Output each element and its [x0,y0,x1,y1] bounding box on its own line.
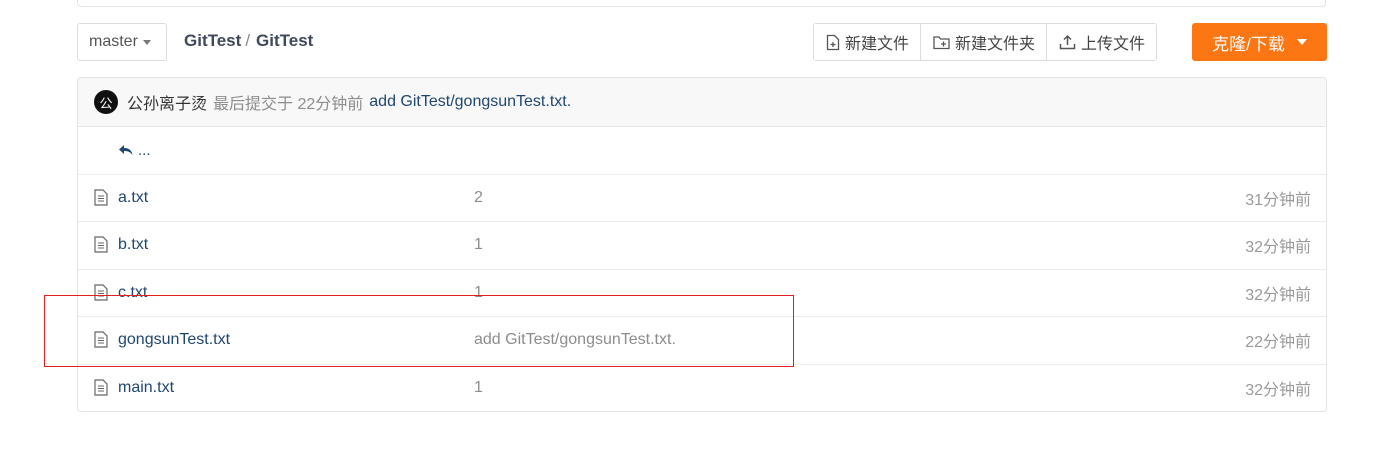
top-panel-edge [77,0,1326,7]
file-commit-message[interactable]: 1 [474,284,483,302]
file-commit-message[interactable]: 1 [474,236,483,254]
file-row[interactable]: a.txt 2 31分钟前 [78,175,1326,222]
chevron-down-icon [1296,39,1307,45]
new-folder-icon [933,35,950,49]
file-commit-message[interactable]: add GitTest/gongsunTest.txt. [474,331,676,349]
upload-icon [1059,34,1076,50]
clone-label: 克隆/下载 [1212,34,1285,54]
commit-time: 最后提交于 22分钟前 [213,96,364,113]
file-name-link[interactable]: b.txt [118,236,148,254]
file-commit-time: 32分钟前 [1245,382,1311,400]
file-row[interactable]: main.txt 1 32分钟前 [78,365,1326,412]
new-file-button[interactable]: 新建文件 [814,24,921,60]
breadcrumb-separator: / [245,31,251,50]
upload-file-button[interactable]: 上传文件 [1046,24,1157,60]
file-row[interactable]: gongsunTest.txt add GitTest/gongsunTest.… [78,317,1326,365]
new-file-icon [826,34,840,50]
latest-commit-bar: 公 公孙离子烫 最后提交于 22分钟前 add GitTest/gongsunT… [78,78,1326,127]
file-commit-time: 32分钟前 [1245,239,1311,257]
file-list-panel: 公 公孙离子烫 最后提交于 22分钟前 add GitTest/gongsunT… [77,77,1327,412]
file-commit-time: 31分钟前 [1245,191,1311,209]
new-folder-label: 新建文件夹 [955,36,1036,53]
file-row[interactable]: c.txt 1 32分钟前 [78,270,1326,317]
file-name-link[interactable]: gongsunTest.txt [118,331,230,349]
breadcrumb: GitTest / GitTest [184,31,313,51]
branch-selector[interactable]: master [77,23,167,61]
parent-directory-row[interactable]: ... [78,127,1326,175]
file-commit-message[interactable]: 1 [474,379,483,397]
file-name-link[interactable]: c.txt [118,284,147,302]
file-row[interactable]: b.txt 1 32分钟前 [78,222,1326,270]
breadcrumb-owner[interactable]: GitTest [184,31,241,51]
file-icon [94,331,108,348]
file-icon [94,283,108,301]
avatar[interactable]: 公 [94,90,118,114]
file-actions-group: 新建文件 新建文件夹 上传文件 [813,23,1158,61]
file-icon [94,236,108,253]
chevron-down-icon [142,39,151,45]
upload-label: 上传文件 [1081,36,1146,53]
clone-download-button[interactable]: 克隆/下载 [1192,23,1327,61]
file-commit-message[interactable]: 2 [474,189,483,207]
new-folder-button[interactable]: 新建文件夹 [920,24,1047,60]
commit-message[interactable]: add GitTest/gongsunTest.txt. [369,93,571,111]
branch-label: master [89,33,138,50]
back-arrow-icon [119,145,133,156]
file-icon [94,188,108,206]
parent-directory-label: ... [138,141,151,159]
new-file-label: 新建文件 [845,36,910,53]
file-icon [94,378,108,396]
file-name-link[interactable]: main.txt [118,379,174,397]
file-name-link[interactable]: a.txt [118,189,148,207]
file-commit-time: 32分钟前 [1245,286,1311,304]
breadcrumb-repo[interactable]: GitTest [256,31,313,51]
commit-author[interactable]: 公孙离子烫 [127,90,207,114]
file-commit-time: 22分钟前 [1245,334,1311,352]
